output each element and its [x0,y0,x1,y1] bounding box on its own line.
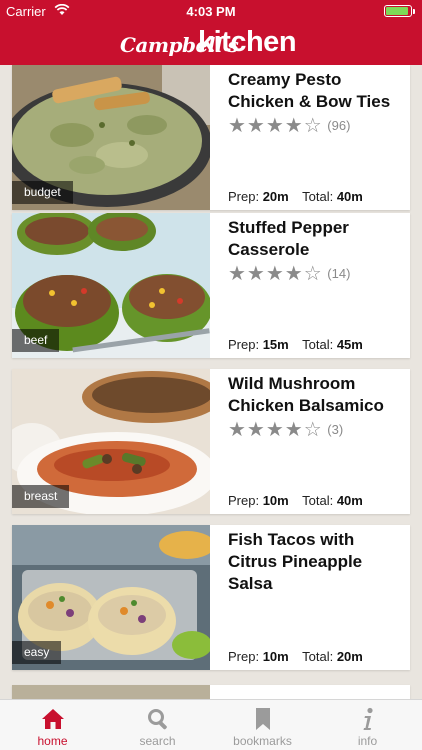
recipe-card[interactable]: budget Creamy Pesto Chicken & Bow Ties ★… [12,65,410,210]
bookmark-icon [251,707,275,731]
recipe-title[interactable]: Stuffed Pepper Casserole [228,217,404,261]
tab-label: search [139,734,176,748]
app-title: kitchen [198,26,297,58]
tab-label: bookmarks [233,734,292,748]
prep-time: 15m [262,337,289,352]
recipe-times: Prep: 20m Total: 40m [228,189,363,204]
total-time: 40m [336,189,363,204]
recipe-tag: easy [12,641,62,664]
prep-label: Prep: [228,493,260,508]
tab-bar: home search bookmarks info [0,699,422,750]
tab-info[interactable]: info [315,700,420,750]
tab-bookmarks[interactable]: bookmarks [210,700,315,750]
total-time: 40m [336,493,363,508]
total-time: 20m [336,649,363,664]
recipe-tag: budget [12,181,73,204]
rating-count: (3) [327,422,344,437]
tab-label: home [37,734,68,748]
search-icon [146,707,170,731]
rating-stars: ★★★★☆ [228,419,323,441]
status-bar: Carrier 4:03 PM [0,0,422,22]
rating-count: (96) [327,118,351,133]
recipe-card[interactable] [12,685,410,699]
recipe-times: Prep: 10m Total: 20m [228,649,363,664]
recipe-title[interactable]: Creamy Pesto Chicken & Bow Ties [228,69,404,113]
total-label: Total: [302,649,334,664]
prep-time: 20m [262,189,289,204]
recipe-title[interactable]: Fish Tacos with Citrus Pineapple Salsa [228,529,404,595]
info-icon [356,707,380,731]
recipe-times: Prep: 10m Total: 40m [228,493,363,508]
recipe-photo[interactable] [12,685,210,699]
star-rating: ★★★★☆ (96) [228,113,350,138]
recipe-card[interactable]: beef Stuffed Pepper Casserole ★★★★☆ (14)… [12,213,410,358]
recipe-card[interactable]: breast Wild Mushroom Chicken Balsamico ★… [12,369,410,514]
tab-search[interactable]: search [105,700,210,750]
home-icon [41,707,65,731]
recipe-card[interactable]: easy Fish Tacos with Citrus Pineapple Sa… [12,525,410,670]
recipe-feed[interactable]: budget Creamy Pesto Chicken & Bow Ties ★… [0,65,422,699]
recipe-tag: breast [12,485,70,508]
total-label: Total: [302,493,334,508]
rating-stars: ★★★★☆ [228,263,323,285]
total-label: Total: [302,189,334,204]
recipe-title[interactable]: Wild Mushroom Chicken Balsamico [228,373,404,417]
rating-stars: ★★★★☆ [228,115,323,137]
total-time: 45m [336,337,363,352]
battery-icon [384,5,415,17]
prep-time: 10m [262,493,289,508]
star-rating: ★★★★☆ (3) [228,417,343,442]
star-rating: ★★★★☆ (14) [228,261,350,286]
recipe-times: Prep: 15m Total: 45m [228,337,363,352]
prep-label: Prep: [228,189,260,204]
rating-count: (14) [327,266,351,281]
tab-home[interactable]: home [0,700,105,750]
tab-label: info [357,734,378,748]
total-label: Total: [302,337,334,352]
app-header: Campbell's kitchen [0,22,422,65]
recipe-tag: beef [12,329,60,352]
prep-label: Prep: [228,337,260,352]
prep-time: 10m [262,649,289,664]
prep-label: Prep: [228,649,260,664]
clock: 4:03 PM [186,4,236,19]
